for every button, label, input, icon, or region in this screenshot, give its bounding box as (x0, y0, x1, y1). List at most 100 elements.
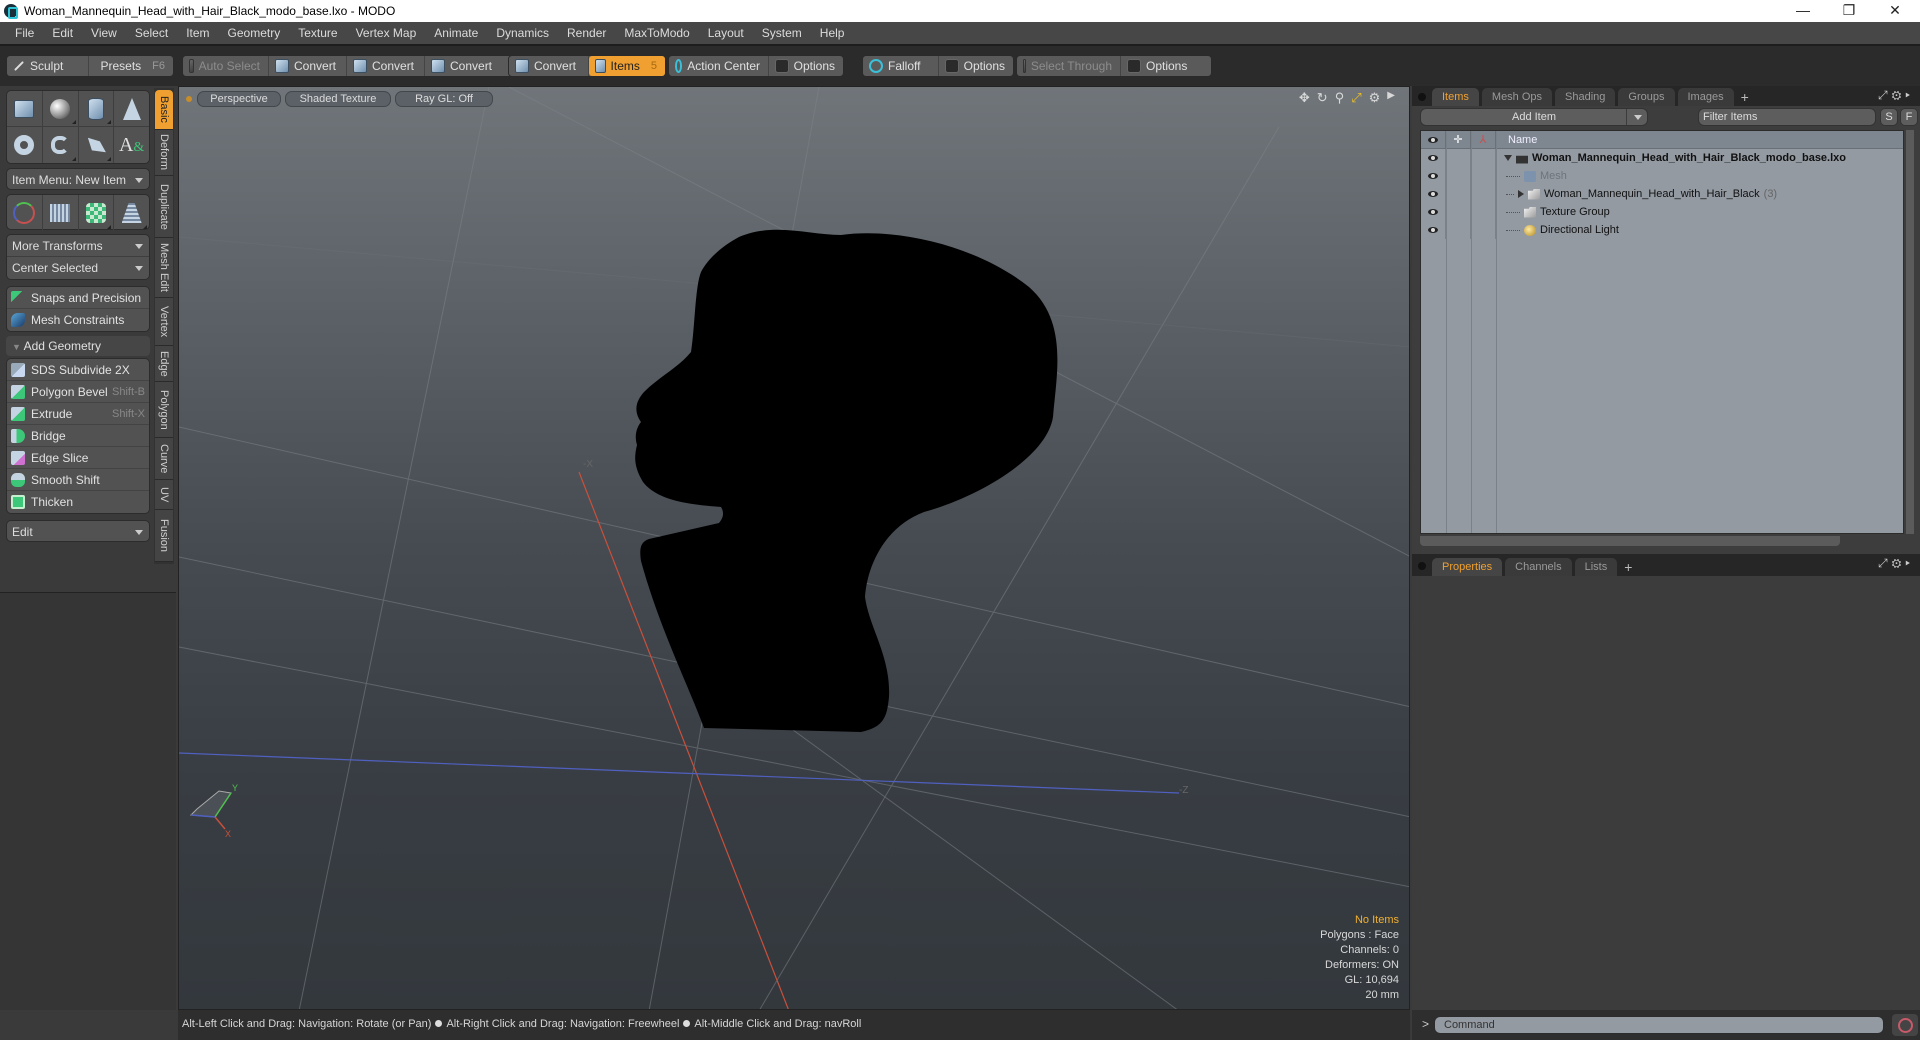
menu-render[interactable]: Render (558, 22, 615, 44)
cone-primitive-button[interactable] (114, 91, 149, 126)
select-through-options-button[interactable]: Options (1121, 56, 1211, 76)
cube-primitive-button[interactable] (7, 91, 43, 126)
vertical-scrollbar[interactable] (1906, 130, 1914, 534)
add-tab-button[interactable]: + (1737, 88, 1753, 106)
bridge-button[interactable]: Bridge (7, 425, 149, 447)
tree-row[interactable]: Texture Group (1421, 203, 1903, 221)
locator-column-header[interactable]: ⅄ (1471, 131, 1496, 148)
menu-file[interactable]: File (6, 22, 43, 44)
expand-triangle-icon[interactable] (1504, 155, 1512, 161)
tree-row[interactable]: Mesh (1421, 167, 1903, 185)
arrow-right-icon[interactable]: ▸ (1905, 556, 1914, 570)
close-button[interactable]: ✕ (1872, 0, 1918, 22)
menu-view[interactable]: View (82, 22, 126, 44)
s-button[interactable]: S (1880, 108, 1898, 126)
menu-system[interactable]: System (753, 22, 811, 44)
edit-dropdown[interactable]: Edit (6, 520, 150, 542)
arrow-right-icon[interactable]: ▶ (1387, 90, 1395, 106)
horizontal-scrollbar[interactable] (1420, 536, 1840, 546)
gear-icon[interactable]: ⚙ (1892, 88, 1906, 102)
3d-viewport[interactable]: -X -Z Y X Perspective Shaded Texture Ray… (178, 86, 1410, 1010)
tab-polygon[interactable]: Polygon (155, 382, 173, 438)
item-menu-dropdown[interactable]: Item Menu: New Item (6, 168, 150, 190)
add-tab-button[interactable]: + (1620, 558, 1636, 576)
menu-texture[interactable]: Texture (289, 22, 346, 44)
tab-edge[interactable]: Edge (155, 346, 173, 382)
tab-properties[interactable]: Properties (1432, 558, 1503, 576)
add-geometry-header[interactable]: ▼ Add Geometry (6, 336, 150, 356)
panel-options-dot[interactable] (1418, 93, 1426, 101)
menu-dynamics[interactable]: Dynamics (487, 22, 558, 44)
more-transforms-dropdown[interactable]: More Transforms (7, 235, 149, 257)
expand-icon[interactable]: ⤢ (1878, 88, 1892, 102)
center-selected-dropdown[interactable]: Center Selected (7, 257, 149, 279)
tree-row[interactable]: Directional Light (1421, 221, 1903, 239)
pen-tool-button[interactable] (79, 127, 115, 163)
tab-items[interactable]: Items (1432, 88, 1479, 106)
polygon-bevel-button[interactable]: Polygon Bevel Shift-B (7, 381, 149, 403)
command-input[interactable]: Command (1434, 1016, 1884, 1034)
add-item-dropdown[interactable]: Add Item (1420, 108, 1648, 126)
maximize-view-icon[interactable]: ⤢ (1351, 90, 1361, 106)
tab-images[interactable]: Images (1677, 88, 1734, 106)
smooth-shift-button[interactable]: Smooth Shift (7, 469, 149, 491)
tab-duplicate[interactable]: Duplicate (155, 176, 173, 238)
visibility-toggle-icon[interactable] (1428, 191, 1438, 197)
uv-checker-button[interactable] (79, 195, 115, 231)
convert-materials-button[interactable]: Convert (509, 56, 589, 76)
edge-slice-button[interactable]: Edge Slice (7, 447, 149, 469)
ray-gl-button[interactable]: Ray GL: Off (395, 91, 493, 107)
tab-curve[interactable]: Curve (155, 438, 173, 480)
expand-triangle-icon[interactable] (1518, 190, 1524, 198)
lock-column-header[interactable]: ✛ (1446, 131, 1471, 148)
menu-geometry[interactable]: Geometry (219, 22, 290, 44)
torus-primitive-button[interactable] (7, 127, 43, 163)
menu-animate[interactable]: Animate (425, 22, 487, 44)
menu-select[interactable]: Select (126, 22, 177, 44)
select-through-button[interactable]: Select Through (1017, 56, 1121, 76)
menu-maxtomodo[interactable]: MaxToModo (615, 22, 698, 44)
tree-row[interactable]: Woman_Mannequin_Head_with_Hair_Black (3) (1421, 185, 1903, 203)
capsule-primitive-button[interactable] (43, 127, 79, 163)
grid-deform-button[interactable] (43, 195, 79, 231)
convert-edges-button[interactable]: Convert (347, 56, 425, 76)
text-tool-button[interactable]: A& (114, 127, 149, 163)
viewport-options-dot[interactable] (186, 96, 192, 102)
filter-items-input[interactable]: Filter Items (1698, 108, 1876, 126)
tab-vertex[interactable]: Vertex (155, 298, 173, 346)
shading-mode-button[interactable]: Shaded Texture (285, 91, 391, 107)
falloff-button[interactable]: Falloff (863, 56, 939, 76)
extrude-button[interactable]: Extrude Shift-X (7, 403, 149, 425)
visibility-toggle-icon[interactable] (1428, 227, 1438, 233)
pan-icon[interactable]: ✥ (1299, 90, 1310, 106)
gear-icon[interactable]: ⚙ (1369, 90, 1381, 106)
menu-edit[interactable]: Edit (43, 22, 82, 44)
sculpt-button[interactable]: Sculpt (7, 56, 89, 76)
tab-shading[interactable]: Shading (1555, 88, 1616, 106)
action-center-button[interactable]: Action Center (669, 56, 769, 76)
visibility-column-header[interactable] (1421, 131, 1446, 148)
tab-mesh-ops[interactable]: Mesh Ops (1481, 88, 1553, 106)
record-macro-button[interactable] (1892, 1014, 1918, 1036)
tree-row[interactable]: Woman_Mannequin_Head_with_Hair_Black_mod… (1421, 149, 1903, 167)
gear-icon[interactable]: ⚙ (1892, 556, 1906, 570)
tab-deform[interactable]: Deform (155, 130, 173, 176)
sds-subdivide-button[interactable]: SDS Subdivide 2X (7, 359, 149, 381)
items-mode-button[interactable]: Items 5 (589, 56, 665, 76)
presets-button[interactable]: Presets F6 (89, 56, 173, 76)
f-button[interactable]: F (1900, 108, 1918, 126)
rotate-icon[interactable]: ↻ (1317, 90, 1328, 106)
cylinder-primitive-button[interactable] (79, 91, 115, 126)
auto-select-button[interactable]: Auto Select (183, 56, 269, 76)
arrow-right-icon[interactable]: ▸ (1905, 88, 1914, 102)
tab-fusion[interactable]: Fusion (155, 510, 173, 562)
convert-polygons-button[interactable]: Convert (425, 56, 503, 76)
expand-icon[interactable]: ⤢ (1878, 556, 1892, 570)
tab-uv[interactable]: UV (155, 480, 173, 510)
tab-lists[interactable]: Lists (1574, 558, 1618, 576)
taper-button[interactable] (114, 195, 149, 231)
name-column-header[interactable]: Name (1496, 131, 1537, 148)
transform-button[interactable] (7, 195, 43, 231)
menu-vertex-map[interactable]: Vertex Map (347, 22, 426, 44)
falloff-options-button[interactable]: Options (939, 56, 1013, 76)
